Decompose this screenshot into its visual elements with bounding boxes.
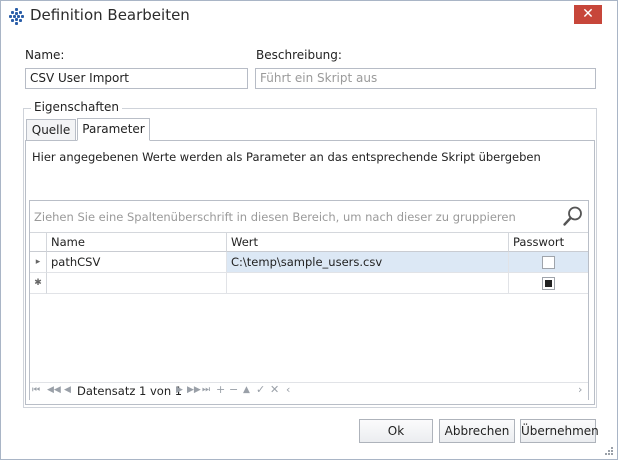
column-header-name[interactable]: Name [47,233,227,252]
nav-prev-icon[interactable]: ◀ [64,385,71,395]
nav-cancel-icon[interactable]: ✕ [270,383,279,396]
row-indicator-icon: ▸ [30,252,47,273]
nav-next-icon[interactable]: ▶ [176,385,183,395]
column-header-passwort[interactable]: Passwort [509,233,588,252]
parameter-description: Hier angegebenen Werte werden als Parame… [32,150,541,164]
new-row-passwort-checkbox[interactable] [542,277,555,290]
new-row-name[interactable] [47,273,227,294]
nav-last-icon[interactable]: ⏭ [202,385,210,395]
search-icon[interactable] [562,205,584,227]
nav-accept-icon[interactable]: ✓ [256,383,265,396]
nav-edit-icon[interactable]: ▲ [243,385,250,395]
name-label: Name: [25,48,65,62]
hscroll-right-icon[interactable]: › [578,383,582,396]
description-input[interactable]: Führt ein Skript aus [255,68,596,89]
description-label: Beschreibung: [256,48,342,62]
app-grid-icon [9,8,25,25]
close-icon[interactable]: ✕ [574,5,602,24]
properties-legend: Eigenschaften [31,100,123,114]
cell-name[interactable]: pathCSV [47,252,227,273]
window-title: Definition Bearbeiten [30,6,190,24]
name-input[interactable]: CSV User Import [25,68,248,89]
group-panel-hint: Ziehen Sie eine Spaltenüberschrift in di… [34,210,516,224]
tab-parameter[interactable]: Parameter [77,118,150,141]
new-row-icon: ✱ [30,273,47,294]
hscroll-left-icon[interactable]: ‹ [286,383,290,396]
passwort-checkbox[interactable] [542,256,555,269]
column-header-wert[interactable]: Wert [227,233,509,252]
ok-button[interactable]: Ok [359,419,433,443]
nav-add-icon[interactable]: + [216,383,225,396]
apply-button[interactable]: Übernehmen [520,419,599,443]
new-row-wert[interactable] [227,273,509,294]
nav-delete-icon[interactable]: − [229,383,238,396]
nav-prev-page-icon[interactable]: ◀◀ [47,385,61,395]
grid-header-indicator [30,233,47,252]
resize-grip-icon[interactable] [603,445,615,457]
record-counter: Datensatz 1 von 1 [77,384,183,398]
tab-quelle[interactable]: Quelle [26,119,76,140]
nav-next-page-icon[interactable]: ▶▶ [187,385,201,395]
cancel-button[interactable]: Abbrechen [439,419,515,443]
nav-first-icon[interactable]: ⏮ [32,385,40,395]
cell-wert[interactable]: C:\temp\sample_users.csv [227,252,509,273]
